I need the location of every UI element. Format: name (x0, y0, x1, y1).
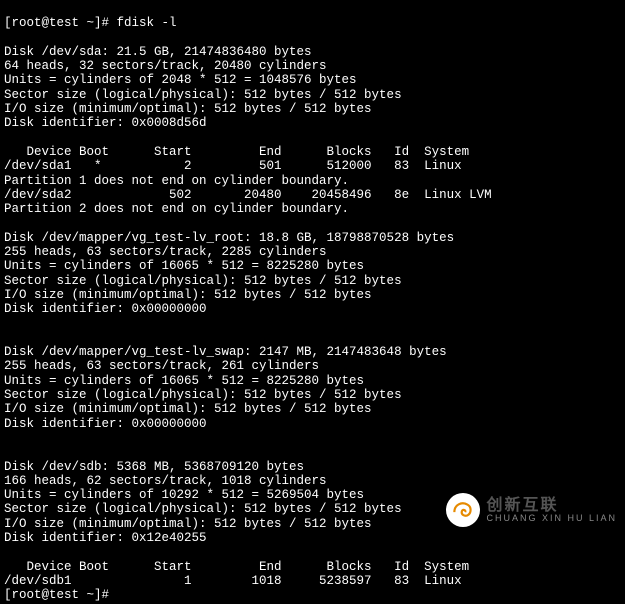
disk-sda-id: Disk identifier: 0x0008d56d (4, 116, 207, 130)
disk-sda-sector: Sector size (logical/physical): 512 byte… (4, 88, 402, 102)
terminal-output[interactable]: [root@test ~]# fdisk -l Disk /dev/sda: 2… (0, 0, 625, 604)
disk-sdb-units: Units = cylinders of 10292 * 512 = 52695… (4, 488, 364, 502)
disk-lvswap-id: Disk identifier: 0x00000000 (4, 417, 207, 431)
disk-lvroot-sector: Sector size (logical/physical): 512 byte… (4, 274, 402, 288)
disk-sdb-id: Disk identifier: 0x12e40255 (4, 531, 207, 545)
disk-sda-geom: 64 heads, 32 sectors/track, 20480 cylind… (4, 59, 327, 73)
disk-lvroot-geom: 255 heads, 63 sectors/track, 2285 cylind… (4, 245, 327, 259)
disk-sdb-header: Disk /dev/sdb: 5368 MB, 5368709120 bytes (4, 460, 304, 474)
partition-row-sdb1: /dev/sdb1 1 1018 5238597 83 Linux (4, 574, 462, 588)
partition-warning: Partition 1 does not end on cylinder bou… (4, 174, 349, 188)
disk-sda-units: Units = cylinders of 2048 * 512 = 104857… (4, 73, 357, 87)
disk-sda-io: I/O size (minimum/optimal): 512 bytes / … (4, 102, 372, 116)
disk-lvroot-units: Units = cylinders of 16065 * 512 = 82252… (4, 259, 364, 273)
disk-sda-header: Disk /dev/sda: 21.5 GB, 21474836480 byte… (4, 45, 312, 59)
disk-lvroot-io: I/O size (minimum/optimal): 512 bytes / … (4, 288, 372, 302)
partition-warning: Partition 2 does not end on cylinder bou… (4, 202, 349, 216)
partition-row-sda1: /dev/sda1 * 2 501 512000 83 Linux (4, 159, 462, 173)
disk-lvswap-geom: 255 heads, 63 sectors/track, 261 cylinde… (4, 359, 319, 373)
partition-table-header: Device Boot Start End Blocks Id System (4, 145, 469, 159)
partition-row-sda2: /dev/sda2 502 20480 20458496 8e Linux LV… (4, 188, 492, 202)
disk-lvswap-sector: Sector size (logical/physical): 512 byte… (4, 388, 402, 402)
disk-lvswap-units: Units = cylinders of 16065 * 512 = 82252… (4, 374, 364, 388)
disk-sdb-geom: 166 heads, 62 sectors/track, 1018 cylind… (4, 474, 327, 488)
disk-lvroot-id: Disk identifier: 0x00000000 (4, 302, 207, 316)
partition-table-header: Device Boot Start End Blocks Id System (4, 560, 469, 574)
disk-lvswap-io: I/O size (minimum/optimal): 512 bytes / … (4, 402, 372, 416)
disk-lvswap-header: Disk /dev/mapper/vg_test-lv_swap: 2147 M… (4, 345, 447, 359)
disk-sdb-io: I/O size (minimum/optimal): 512 bytes / … (4, 517, 372, 531)
disk-lvroot-header: Disk /dev/mapper/vg_test-lv_root: 18.8 G… (4, 231, 454, 245)
disk-sdb-sector: Sector size (logical/physical): 512 byte… (4, 502, 402, 516)
prompt-line: [root@test ~]# (4, 588, 109, 602)
prompt-line: [root@test ~]# fdisk -l (4, 16, 177, 30)
